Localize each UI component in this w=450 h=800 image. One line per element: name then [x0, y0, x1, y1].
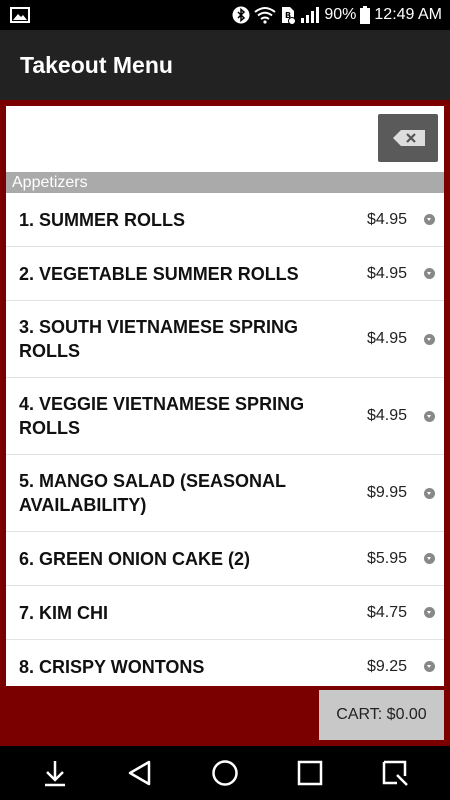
menu-item[interactable]: 5. MANGO SALAD (SEASONAL AVAILABILITY) $…: [6, 455, 444, 532]
menu-item-price: $4.95: [366, 330, 407, 347]
chevron-down-icon[interactable]: [424, 333, 435, 345]
recents-icon[interactable]: [295, 758, 325, 788]
menu-item-price: $9.25: [366, 657, 407, 675]
menu-item-name: 7. KIM CHI: [19, 602, 109, 623]
battery-percent: 90%: [324, 6, 357, 23]
menu-item-price: $9.95: [366, 484, 407, 501]
content-area: Appetizers 1. SUMMER ROLLS $4.95 2. VEGE…: [0, 100, 450, 746]
cart-button[interactable]: CART: $0.00: [319, 690, 444, 740]
menu-item-name: 6. GREEN ONION CAKE (2): [19, 548, 251, 569]
nfc-icon: B: [282, 7, 297, 25]
menu-item-price: $5.95: [366, 549, 407, 567]
wifi-icon: [254, 7, 276, 24]
menu-item[interactable]: 4. VEGGIE VIETNAMESE SPRING ROLLS $4.95: [6, 378, 444, 455]
chevron-down-icon[interactable]: [424, 410, 435, 422]
chevron-down-icon[interactable]: [424, 268, 435, 279]
menu-item-price: $4.95: [366, 210, 407, 228]
menu-item[interactable]: 2. VEGETABLE SUMMER ROLLS $4.95: [6, 247, 444, 301]
backspace-icon: [393, 130, 425, 146]
menu-panel: Appetizers 1. SUMMER ROLLS $4.95 2. VEGE…: [6, 106, 444, 686]
menu-item-name: 5. MANGO SALAD (SEASONAL AVAILABILITY): [19, 471, 286, 515]
capture-icon[interactable]: [380, 758, 410, 788]
nav-bar: [0, 746, 450, 800]
back-icon[interactable]: [125, 758, 155, 788]
signal-icon: [301, 7, 320, 23]
backspace-button[interactable]: [378, 114, 438, 162]
home-icon[interactable]: [210, 758, 240, 788]
menu-item-name: 4. VEGGIE VIETNAMESE SPRING ROLLS: [19, 394, 305, 438]
menu-item-name: 2. VEGETABLE SUMMER ROLLS: [19, 263, 299, 284]
menu-item-price: $4.95: [366, 407, 407, 424]
app-bar: Takeout Menu: [0, 30, 450, 100]
menu-item-name: 8. CRISPY WONTONS: [19, 656, 205, 677]
page-title: Takeout Menu: [20, 52, 173, 78]
section-header: Appetizers: [6, 172, 444, 193]
clock: 12:49 AM: [374, 6, 442, 23]
chevron-down-icon[interactable]: [424, 487, 435, 499]
search-row: [6, 106, 444, 172]
chevron-down-icon[interactable]: [424, 214, 435, 225]
status-icons: B 90% 12:49 AM: [232, 0, 442, 30]
search-input[interactable]: [14, 116, 364, 160]
gallery-icon: [10, 7, 30, 23]
menu-item[interactable]: 7. KIM CHI $4.75: [6, 586, 444, 640]
menu-item[interactable]: 6. GREEN ONION CAKE (2) $5.95: [6, 532, 444, 586]
download-icon[interactable]: [40, 758, 70, 788]
menu-item[interactable]: 8. CRISPY WONTONS $9.25: [6, 640, 444, 686]
menu-item[interactable]: 3. SOUTH VIETNAMESE SPRING ROLLS $4.95: [6, 301, 444, 378]
menu-item-name: 3. SOUTH VIETNAMESE SPRING ROLLS: [19, 317, 299, 361]
menu-item-price: $4.95: [366, 264, 407, 282]
menu-item[interactable]: 1. SUMMER ROLLS $4.95: [6, 193, 444, 247]
chevron-down-icon[interactable]: [424, 607, 435, 618]
chevron-down-icon[interactable]: [424, 553, 435, 564]
battery-icon: [360, 6, 371, 24]
bluetooth-icon: [232, 6, 250, 24]
menu-item-price: $4.75: [366, 603, 407, 621]
menu-item-name: 1. SUMMER ROLLS: [19, 209, 186, 230]
chevron-down-icon[interactable]: [424, 661, 435, 672]
menu-list: 1. SUMMER ROLLS $4.95 2. VEGETABLE SUMME…: [6, 193, 444, 686]
status-bar: B 90% 12:49 AM: [0, 0, 450, 30]
